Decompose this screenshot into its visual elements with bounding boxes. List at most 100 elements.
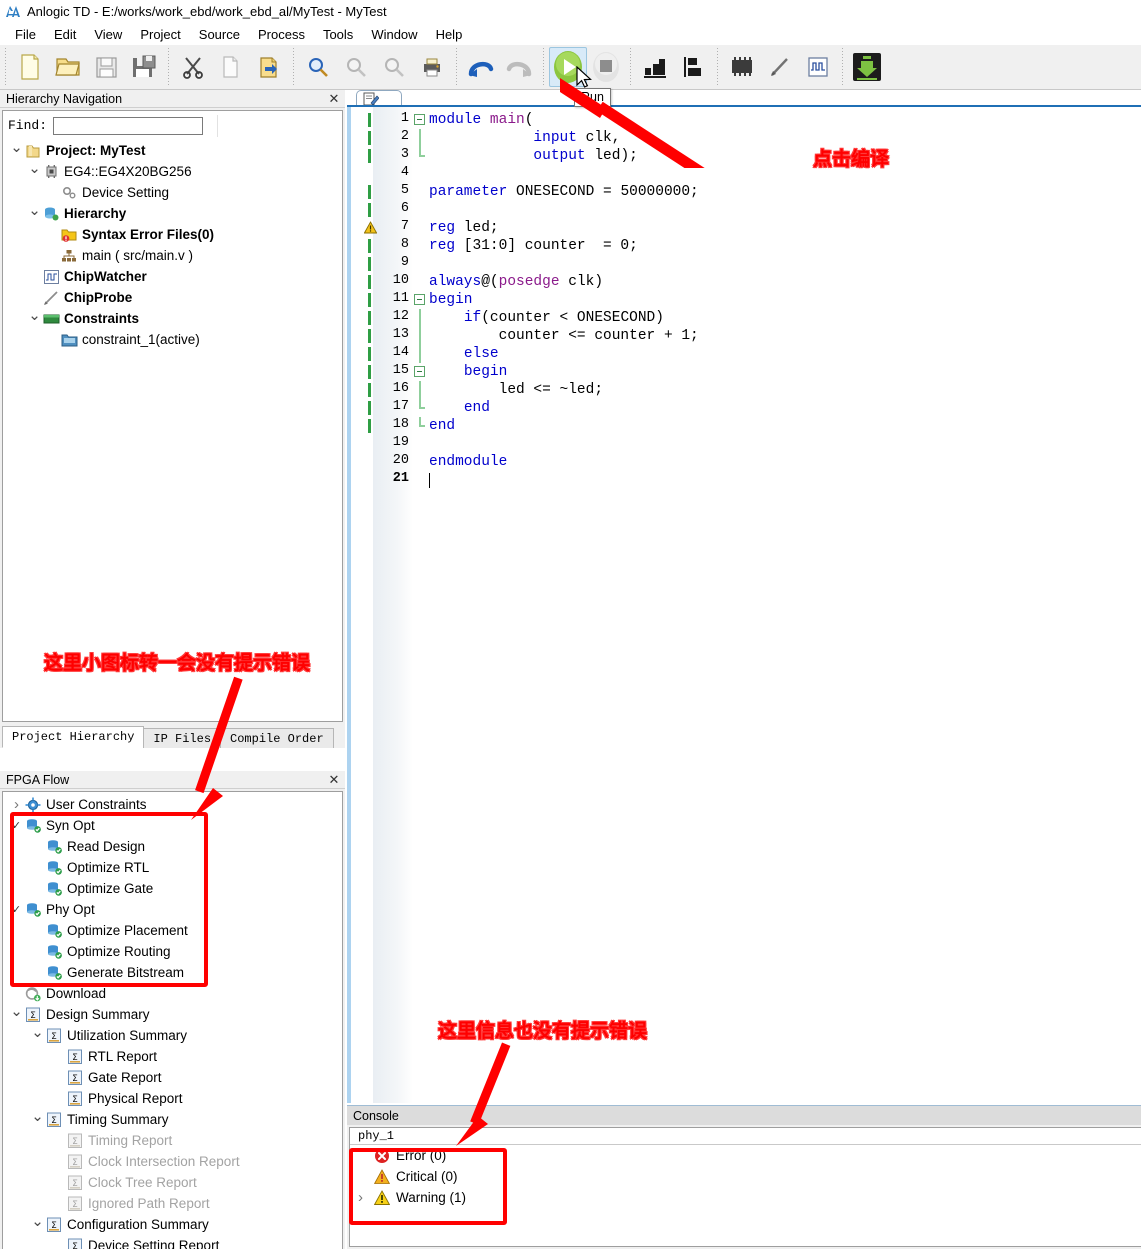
find-next-icon[interactable] bbox=[375, 47, 413, 87]
copy-icon[interactable] bbox=[212, 47, 250, 87]
flow-tree-item[interactable]: Σ Timing Report bbox=[3, 1130, 342, 1151]
code-line-text: else bbox=[463, 346, 499, 362]
chip-icon[interactable] bbox=[723, 47, 761, 87]
chevron-down-icon[interactable] bbox=[9, 1004, 24, 1025]
stop-icon[interactable] bbox=[587, 47, 625, 87]
flow-tree-item[interactable]: Optimize Placement bbox=[3, 920, 342, 941]
console-message-error[interactable]: Error (0) bbox=[350, 1145, 1141, 1166]
tree-item-project[interactable]: Project: MyTest bbox=[3, 140, 342, 161]
cut-scissors-icon[interactable] bbox=[174, 47, 212, 87]
open-folder-icon[interactable] bbox=[49, 47, 87, 87]
tree-item-constraint-1[interactable]: constraint_1(active) bbox=[3, 329, 342, 350]
menu-item-help[interactable]: Help bbox=[427, 25, 472, 44]
menu-item-view[interactable]: View bbox=[85, 25, 131, 44]
line-number: 18 bbox=[392, 417, 409, 432]
paste-icon[interactable] bbox=[250, 47, 288, 87]
new-file-icon[interactable] bbox=[11, 47, 49, 87]
fold-toggle-icon[interactable] bbox=[414, 366, 425, 377]
code-line-text: counter <= counter + 1; bbox=[429, 328, 699, 344]
menu-item-process[interactable]: Process bbox=[249, 25, 314, 44]
close-icon[interactable]: ✕ bbox=[327, 773, 341, 787]
undo-blue-icon[interactable] bbox=[462, 47, 500, 87]
console-message-warning[interactable]: › Warning (1) bbox=[350, 1187, 1141, 1208]
console-message-critical[interactable]: Critical (0) bbox=[350, 1166, 1141, 1187]
editor-tab-main-v[interactable] bbox=[356, 90, 402, 106]
tree-item-label: Syntax Error Files(0) bbox=[82, 227, 215, 242]
menu-item-window[interactable]: Window bbox=[362, 25, 426, 44]
menu-item-source[interactable]: Source bbox=[190, 25, 249, 44]
flow-tree-item[interactable]: Read Design bbox=[3, 836, 342, 857]
line-number: 13 bbox=[392, 327, 409, 342]
tree-item-chipprobe[interactable]: ChipProbe bbox=[3, 287, 342, 308]
save-icon[interactable] bbox=[87, 47, 125, 87]
tree-item-constraints[interactable]: Constraints bbox=[3, 308, 342, 329]
toolbar-group-download bbox=[848, 45, 886, 90]
tab-ip-files[interactable]: IP Files bbox=[143, 728, 222, 748]
flow-tree-item[interactable]: Σ Design Summary bbox=[3, 1004, 342, 1025]
flow-tree-item[interactable]: Σ Clock Intersection Report bbox=[3, 1151, 342, 1172]
fold-toggle-icon[interactable] bbox=[414, 294, 425, 305]
download-icon[interactable] bbox=[848, 47, 886, 87]
chevron-down-icon[interactable] bbox=[27, 161, 42, 182]
chevron-down-icon[interactable] bbox=[27, 203, 42, 224]
search-icon[interactable] bbox=[299, 47, 337, 87]
flow-tree-item[interactable]: Σ Ignored Path Report bbox=[3, 1193, 342, 1214]
flow-tree-item[interactable]: Optimize Routing bbox=[3, 941, 342, 962]
line-number: 15 bbox=[392, 363, 409, 378]
flow-tree-item[interactable]: Syn Opt bbox=[3, 815, 342, 836]
flow-tree-item[interactable]: Σ Gate Report bbox=[3, 1067, 342, 1088]
flow-tree-item[interactable]: Download bbox=[3, 983, 342, 1004]
flow-tree-item[interactable]: Σ Utilization Summary bbox=[3, 1025, 342, 1046]
find-input[interactable] bbox=[53, 116, 204, 135]
flow-tree-item[interactable]: Σ Physical Report bbox=[3, 1088, 342, 1109]
flow-tree-item[interactable]: Optimize RTL bbox=[3, 857, 342, 878]
flow-tree-item[interactable]: Generate Bitstream bbox=[3, 962, 342, 983]
flow-tree-item[interactable]: Σ Clock Tree Report bbox=[3, 1172, 342, 1193]
chevron-down-icon[interactable] bbox=[30, 1109, 45, 1130]
toolbar-group-reports bbox=[636, 45, 712, 90]
tree-item-device-setting[interactable]: Device Setting bbox=[3, 182, 342, 203]
menu-item-tools[interactable]: Tools bbox=[314, 25, 362, 44]
save-all-icon[interactable] bbox=[125, 47, 163, 87]
code-editor[interactable]: 1 module main(2 input clk, 3 output led); 4… bbox=[351, 107, 1141, 1103]
report-bar-icon[interactable] bbox=[636, 47, 674, 87]
menu-item-project[interactable]: Project bbox=[131, 25, 189, 44]
flow-tree-item[interactable]: Σ Timing Summary bbox=[3, 1109, 342, 1130]
flow-tree-item[interactable]: Σ RTL Report bbox=[3, 1046, 342, 1067]
close-icon[interactable]: ✕ bbox=[327, 92, 341, 106]
waveform-icon[interactable] bbox=[799, 47, 837, 87]
tree-item-syntax-error-files[interactable]: Syntax Error Files(0) bbox=[3, 224, 342, 245]
toolbar-separator bbox=[839, 48, 846, 86]
menu-item-file[interactable]: File bbox=[6, 25, 45, 44]
chevron-right-icon[interactable]: › bbox=[358, 1189, 373, 1206]
tree-item-chipwatcher[interactable]: ChipWatcher bbox=[3, 266, 342, 287]
console-body: phy_1 Error (0) Critical (0) › Warning (… bbox=[349, 1127, 1141, 1247]
chevron-down-icon[interactable] bbox=[30, 1025, 45, 1046]
flow-tree-item-label: Optimize Gate bbox=[67, 881, 154, 896]
run-play-icon[interactable] bbox=[549, 47, 587, 87]
find-prev-icon[interactable] bbox=[337, 47, 375, 87]
print-icon[interactable] bbox=[413, 47, 451, 87]
tab-compile-order[interactable]: Compile Order bbox=[220, 728, 334, 748]
tab-project-hierarchy[interactable]: Project Hierarchy bbox=[2, 726, 145, 748]
chevron-down-icon[interactable] bbox=[27, 308, 42, 329]
flow-tree-item-label: Phy Opt bbox=[46, 902, 95, 917]
floorplan-icon[interactable] bbox=[674, 47, 712, 87]
chevron-down-icon[interactable] bbox=[30, 1214, 45, 1235]
redo-gray-icon[interactable] bbox=[500, 47, 538, 87]
chevron-down-icon[interactable] bbox=[9, 140, 24, 161]
flow-tree-item[interactable]: User Constraints bbox=[3, 794, 342, 815]
chevron-right-icon[interactable] bbox=[9, 794, 24, 815]
probe-pen-icon[interactable] bbox=[761, 47, 799, 87]
constraints-icon bbox=[42, 310, 60, 328]
tree-item-main-module[interactable]: main ( src/main.v ) bbox=[3, 245, 342, 266]
flow-tree-item[interactable]: Optimize Gate bbox=[3, 878, 342, 899]
flow-tree-item[interactable]: Σ Device Setting Report bbox=[3, 1235, 342, 1249]
flow-tree-item[interactable]: Σ Configuration Summary bbox=[3, 1214, 342, 1235]
tree-item-device[interactable]: EG4::EG4X20BG256 bbox=[3, 161, 342, 182]
fold-toggle-icon[interactable] bbox=[414, 114, 425, 125]
menu-item-edit[interactable]: Edit bbox=[45, 25, 85, 44]
tree-item-hierarchy[interactable]: Hierarchy bbox=[3, 203, 342, 224]
console-tab-phy1[interactable]: phy_1 bbox=[358, 1129, 394, 1143]
flow-tree-item[interactable]: Phy Opt bbox=[3, 899, 342, 920]
